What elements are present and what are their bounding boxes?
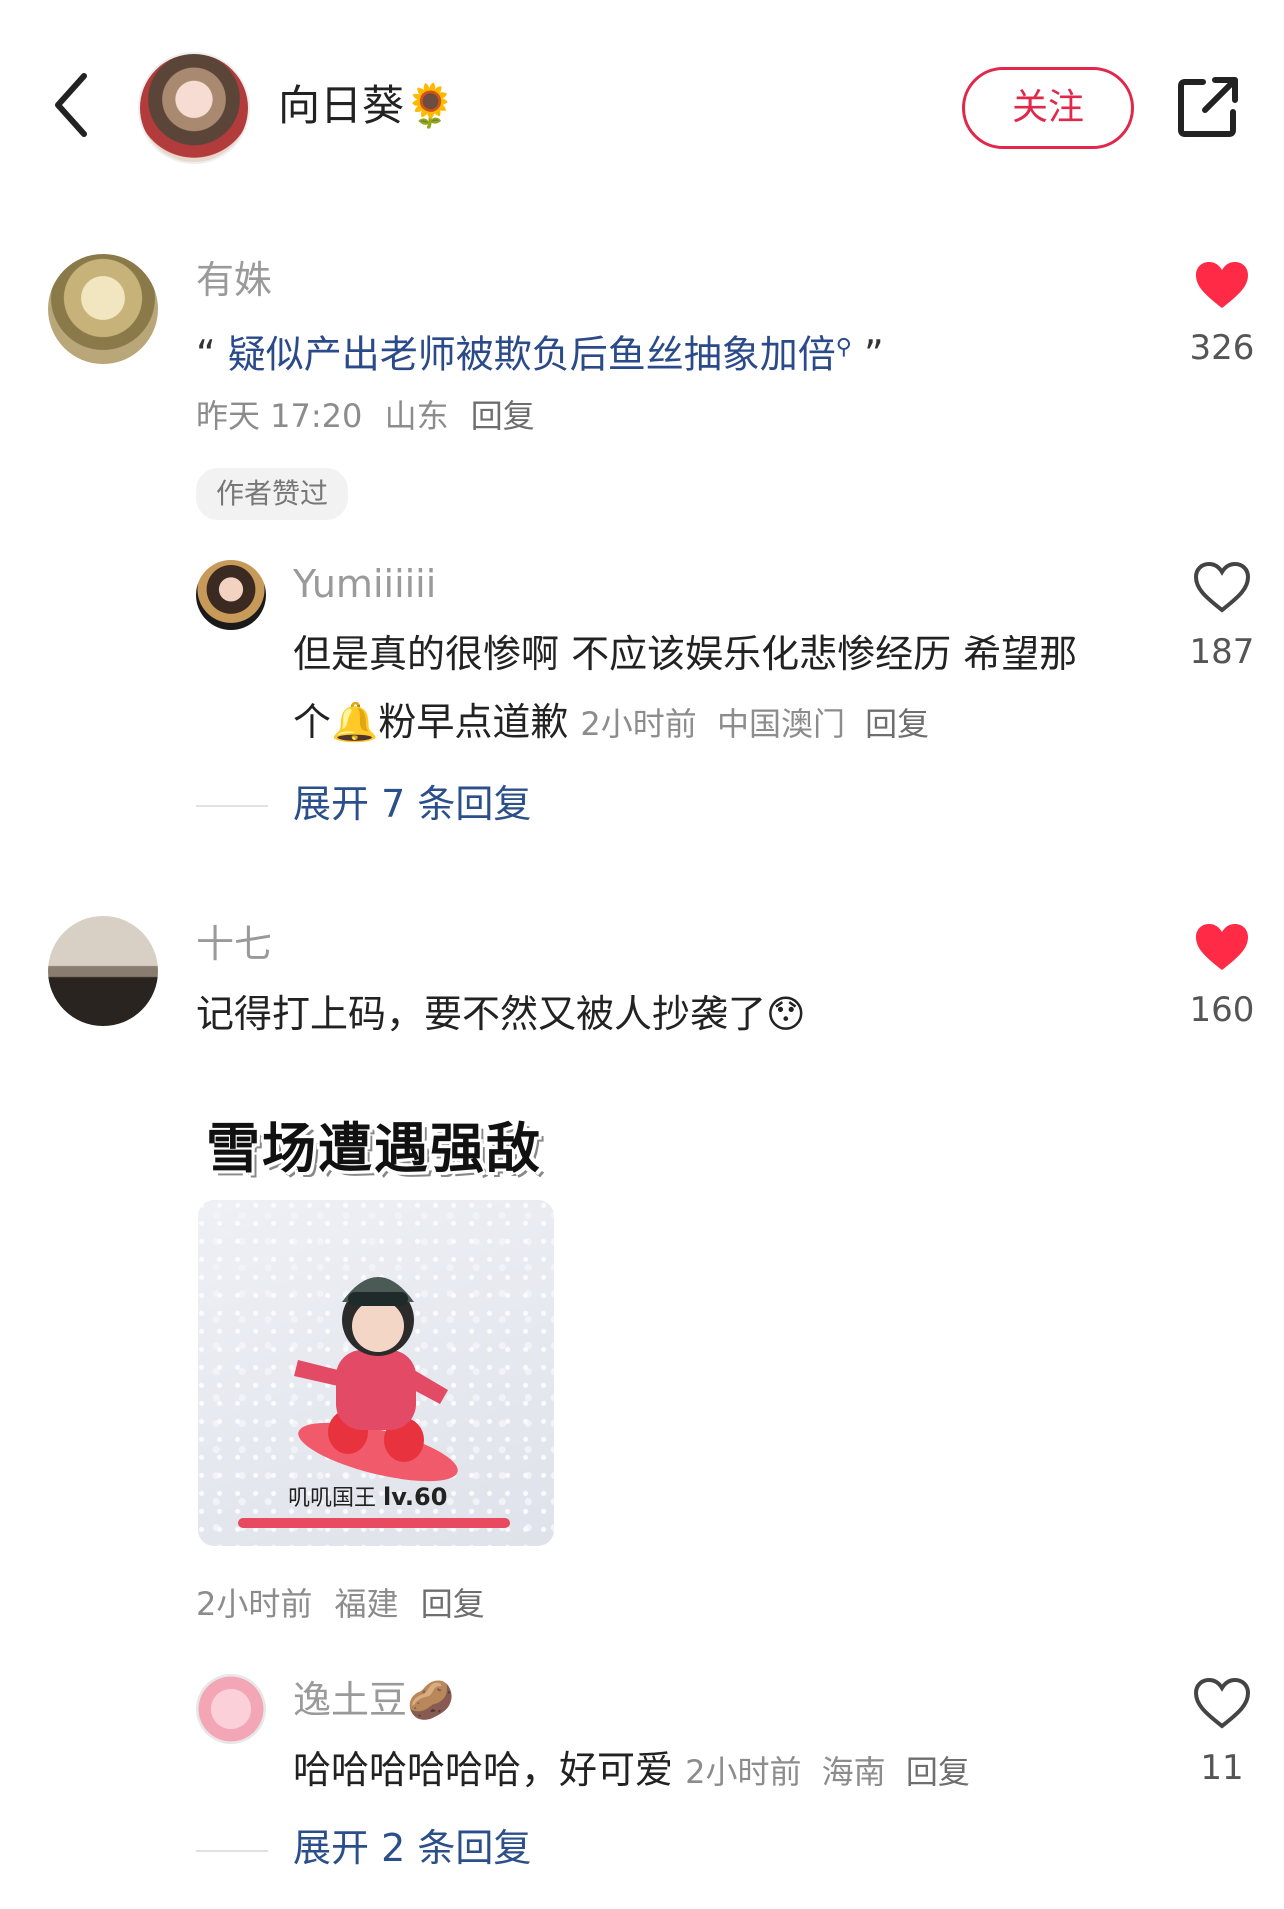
progress-bar bbox=[238, 1518, 510, 1528]
timestamp: 2小时前 bbox=[685, 1753, 802, 1791]
snowboard-figure-icon bbox=[294, 1277, 458, 1482]
heart-filled-icon[interactable] bbox=[1194, 260, 1250, 312]
heart-filled-icon[interactable] bbox=[1194, 922, 1250, 974]
avatar[interactable] bbox=[48, 916, 158, 1026]
sticker-caption-text: 叽叽国王 bbox=[288, 1486, 377, 1511]
comment-text: 哈哈哈哈哈哈，好可爱 2小时前 海南 回复 bbox=[293, 1736, 980, 1806]
comment-username[interactable]: 十七 bbox=[196, 920, 272, 968]
back-icon[interactable] bbox=[48, 70, 96, 140]
like-count: 11 bbox=[1200, 1748, 1244, 1788]
expand-replies-link[interactable]: 展开 7 条回复 bbox=[293, 778, 531, 830]
search-icon[interactable]: ⚲ bbox=[836, 335, 852, 360]
avatar[interactable] bbox=[48, 254, 158, 364]
avatar[interactable] bbox=[196, 560, 266, 630]
sticker-image[interactable]: 叽叽国王 lv.60 bbox=[198, 1200, 554, 1546]
expand-replies-link[interactable]: 展开 2 条回复 bbox=[293, 1822, 531, 1874]
quoted-text[interactable]: “ 疑似产出老师被欺负后鱼丝抽象加倍⚲ ” bbox=[196, 318, 884, 385]
comment-meta: 2小时前 福建 回复 bbox=[196, 1580, 497, 1628]
like-count: 326 bbox=[1189, 328, 1255, 368]
avatar[interactable] bbox=[138, 52, 250, 164]
timestamp: 昨天 17:20 bbox=[196, 397, 363, 435]
reply-button[interactable]: 回复 bbox=[906, 1753, 970, 1791]
like-count: 160 bbox=[1189, 990, 1255, 1030]
location: 福建 bbox=[334, 1585, 399, 1623]
quote-close: ” bbox=[864, 332, 884, 377]
page-title[interactable]: 向日葵🌻 bbox=[278, 78, 456, 134]
divider bbox=[196, 805, 268, 807]
follow-button[interactable]: 关注 bbox=[962, 67, 1134, 149]
sticker-level: lv.60 bbox=[383, 1483, 448, 1511]
location: 中国澳门 bbox=[716, 705, 845, 743]
comment-body: 哈哈哈哈哈哈，好可爱 bbox=[293, 1748, 674, 1792]
comment-meta: 昨天 17:20 山东 回复 bbox=[196, 392, 547, 440]
quote-open: “ bbox=[196, 332, 216, 377]
comment-text: 但是真的很惨啊 不应该娱乐化悲惨经历 希望那个🔔粉早点道歉 2小时前 中国澳门 … bbox=[293, 620, 1113, 758]
reply-button[interactable]: 回复 bbox=[421, 1585, 485, 1623]
comment-username[interactable]: 有姝 bbox=[196, 256, 272, 304]
sticker-caption: 叽叽国王 lv.60 bbox=[288, 1480, 447, 1512]
heart-outline-icon[interactable] bbox=[1193, 1677, 1251, 1730]
reply-button[interactable]: 回复 bbox=[471, 397, 535, 435]
timestamp: 2小时前 bbox=[580, 705, 697, 743]
avatar[interactable] bbox=[196, 1674, 266, 1744]
sticker-title: 雪场遭遇强敌 bbox=[206, 1117, 542, 1180]
heart-outline-icon[interactable] bbox=[1193, 561, 1251, 614]
quote-link[interactable]: 疑似产出老师被欺负后鱼丝抽象加倍 bbox=[228, 333, 836, 377]
comment-text: 记得打上码，要不然又被人抄袭了😯 bbox=[196, 992, 806, 1036]
reply-button[interactable]: 回复 bbox=[865, 705, 929, 743]
comment-username[interactable]: 逸土豆🥔 bbox=[293, 1676, 454, 1724]
comment-username[interactable]: Yumiiiiii bbox=[293, 560, 436, 608]
share-icon[interactable] bbox=[1175, 74, 1241, 140]
author-liked-badge: 作者赞过 bbox=[196, 468, 349, 520]
like-count: 187 bbox=[1189, 632, 1255, 672]
location: 海南 bbox=[821, 1753, 886, 1791]
divider bbox=[196, 1850, 268, 1852]
timestamp: 2小时前 bbox=[196, 1585, 313, 1623]
location: 山东 bbox=[384, 397, 449, 435]
